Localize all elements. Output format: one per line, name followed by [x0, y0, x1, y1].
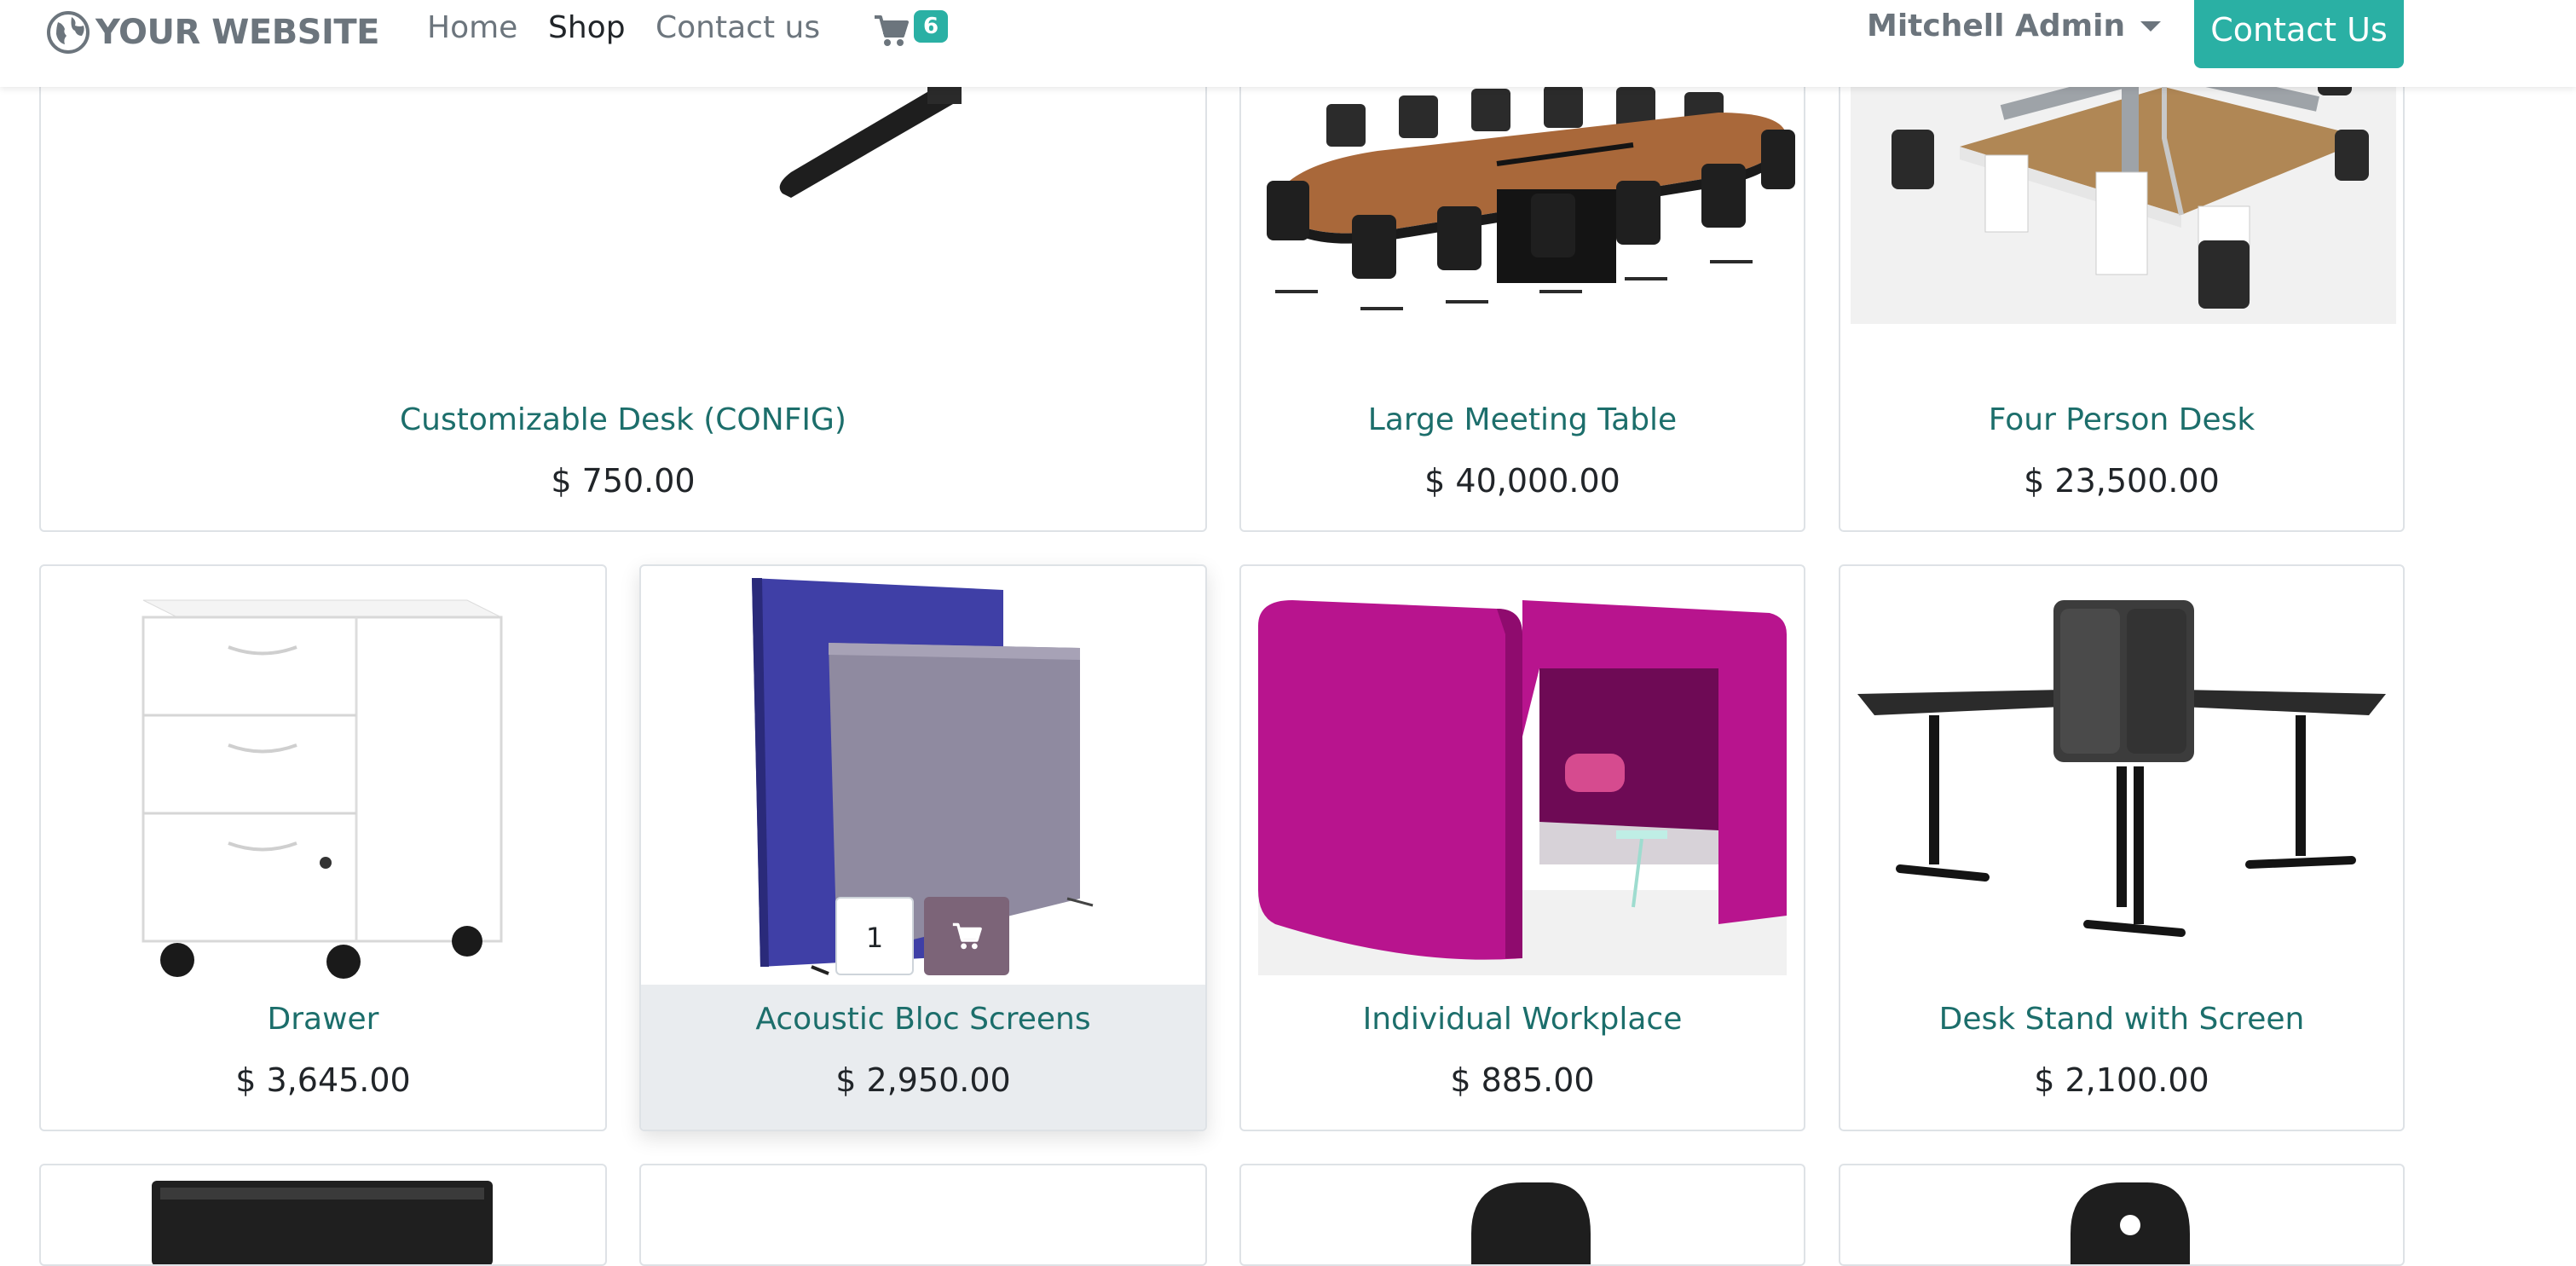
- product-card[interactable]: [1839, 1164, 2405, 1266]
- product-card[interactable]: Drawer $ 3,645.00: [39, 564, 607, 1131]
- nav-shop-link[interactable]: Shop: [548, 10, 626, 45]
- nav-contact-link[interactable]: Contact us: [656, 10, 820, 45]
- top-navbar: YOUR WEBSITE Home Shop Contact us 6 Mitc…: [0, 0, 2576, 87]
- product-info: Customizable Desk (CONFIG) $ 750.00: [41, 385, 1205, 530]
- product-image[interactable]: [41, 36, 1205, 377]
- product-info: Acoustic Bloc Screens $ 2,950.00: [641, 985, 1205, 1130]
- product-card[interactable]: Desk Stand with Screen $ 2,100.00: [1839, 564, 2405, 1131]
- product-card[interactable]: Large Meeting Table $ 40,000.00: [1239, 34, 1805, 532]
- product-price: $ 885.00: [1450, 1061, 1595, 1099]
- product-price: $ 23,500.00: [2024, 462, 2220, 500]
- product-card[interactable]: [639, 1164, 1207, 1266]
- product-card[interactable]: [1239, 1164, 1805, 1266]
- product-name-link[interactable]: Drawer: [41, 1002, 605, 1037]
- product-info: Individual Workplace $ 885.00: [1241, 985, 1804, 1130]
- cart-count-badge: 6: [914, 10, 948, 43]
- product-card[interactable]: Individual Workplace $ 885.00: [1239, 564, 1805, 1131]
- logo-text: YOUR WEBSITE: [95, 13, 379, 52]
- product-card[interactable]: [39, 1164, 607, 1266]
- product-image[interactable]: [1840, 566, 2403, 988]
- product-card[interactable]: Customizable Desk (CONFIG) $ 750.00: [39, 34, 1207, 532]
- quantity-input[interactable]: 1: [835, 897, 914, 975]
- contact-us-button[interactable]: Contact Us: [2194, 0, 2404, 68]
- product-name-link[interactable]: Acoustic Bloc Screens: [641, 1002, 1205, 1037]
- product-info: Drawer $ 3,645.00: [41, 985, 605, 1130]
- product-name-link[interactable]: Individual Workplace: [1241, 1002, 1804, 1037]
- user-menu-dropdown[interactable]: Mitchell Admin: [1867, 9, 2162, 43]
- site-logo[interactable]: YOUR WEBSITE: [46, 5, 379, 60]
- product-name-link[interactable]: Large Meeting Table: [1241, 402, 1804, 437]
- product-image[interactable]: [1241, 566, 1804, 988]
- product-price: $ 3,645.00: [235, 1061, 411, 1099]
- product-image[interactable]: [1241, 36, 1804, 377]
- product-info: Large Meeting Table $ 40,000.00: [1241, 385, 1804, 530]
- product-image[interactable]: [41, 1165, 605, 1264]
- product-image[interactable]: [41, 566, 605, 988]
- product-image[interactable]: [641, 1165, 1205, 1264]
- nav-home-link[interactable]: Home: [427, 10, 517, 45]
- product-image[interactable]: [1840, 36, 2403, 377]
- product-info: Desk Stand with Screen $ 2,100.00: [1840, 985, 2403, 1130]
- product-price: $ 750.00: [551, 462, 696, 500]
- product-card[interactable]: Four Person Desk $ 23,500.00: [1839, 34, 2405, 532]
- product-image[interactable]: [1840, 1165, 2403, 1264]
- product-price: $ 40,000.00: [1424, 462, 1620, 500]
- add-to-cart-button[interactable]: [924, 897, 1009, 975]
- product-name-link[interactable]: Four Person Desk: [1840, 402, 2403, 437]
- product-image[interactable]: [1241, 1165, 1804, 1264]
- product-name-link[interactable]: Desk Stand with Screen: [1840, 1002, 2403, 1037]
- product-card[interactable]: 1 Acoustic Bloc Screens $ 2,950.00: [639, 564, 1207, 1131]
- product-image[interactable]: 1: [641, 566, 1205, 988]
- globe-icon: [46, 10, 90, 55]
- cart-link[interactable]: 6: [873, 10, 958, 61]
- caret-down-icon: [2140, 20, 2162, 32]
- user-name: Mitchell Admin: [1867, 9, 2126, 43]
- product-price: $ 2,950.00: [835, 1061, 1011, 1099]
- cart-icon: [951, 922, 982, 951]
- product-price: $ 2,100.00: [2034, 1061, 2209, 1099]
- product-name-link[interactable]: Customizable Desk (CONFIG): [41, 402, 1205, 437]
- product-info: Four Person Desk $ 23,500.00: [1840, 385, 2403, 530]
